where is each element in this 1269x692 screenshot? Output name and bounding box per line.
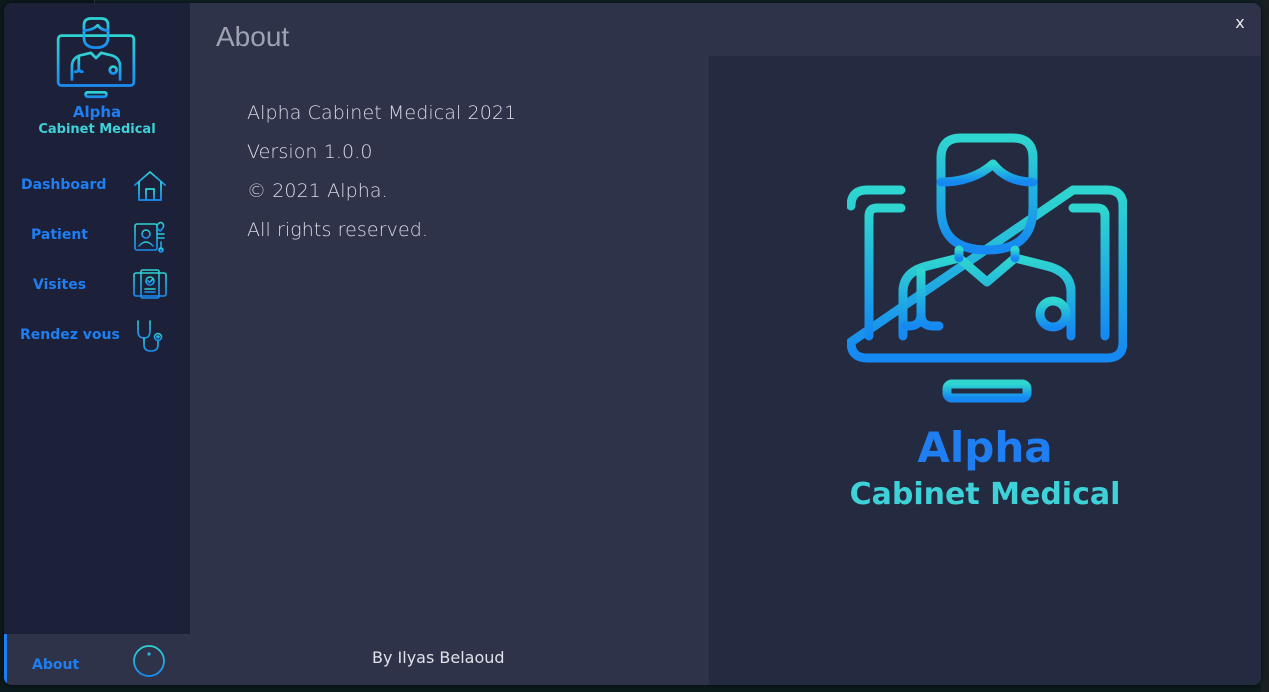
sidebar: Alpha Cabinet Medical Dashboard Patient xyxy=(4,3,190,685)
panel-brand-name: Alpha xyxy=(917,423,1053,472)
sidebar-item-rendez-vous[interactable]: Rendez vous xyxy=(4,314,190,356)
clipboard-monitor-icon xyxy=(133,269,167,302)
copyright-line: © 2021 Alpha. xyxy=(247,180,388,202)
doctor-monitor-logo-icon xyxy=(847,133,1127,403)
app-name-line: Alpha Cabinet Medical 2021 xyxy=(247,102,517,124)
brand-name: Alpha xyxy=(72,103,122,121)
sidebar-item-label: Patient xyxy=(31,227,88,243)
sidebar-item-label: Visites xyxy=(33,277,87,293)
sidebar-item-label: Rendez vous xyxy=(20,327,120,343)
stethoscope-icon xyxy=(137,320,163,352)
doctor-monitor-logo-icon xyxy=(56,17,136,99)
about-window: Alpha Cabinet Medical Dashboard Patient xyxy=(4,3,1261,685)
logo-panel: Alpha Cabinet Medical xyxy=(709,56,1261,685)
sidebar-item-label: Dashboard xyxy=(21,177,107,193)
brand-subtitle: Cabinet Medical xyxy=(38,122,156,137)
editor-bottom-strip xyxy=(0,684,1269,692)
version-line: Version 1.0.0 xyxy=(247,141,373,163)
sidebar-item-visites[interactable]: Visites xyxy=(4,264,190,306)
patient-icon xyxy=(134,221,165,253)
info-icon xyxy=(133,645,165,677)
rights-line: All rights reserved. xyxy=(247,219,429,241)
sidebar-item-dashboard[interactable]: Dashboard xyxy=(4,164,190,206)
author-byline: By Ilyas Belaoud xyxy=(372,648,505,667)
editor-scrollbar xyxy=(1261,0,1269,692)
sidebar-item-label: About xyxy=(32,657,80,673)
sidebar-item-about[interactable]: About xyxy=(4,634,190,685)
active-indicator xyxy=(4,634,7,685)
home-icon xyxy=(134,171,166,201)
close-button[interactable]: x xyxy=(1230,13,1250,33)
panel-brand-subtitle: Cabinet Medical xyxy=(849,477,1121,512)
page-title: About xyxy=(216,21,290,52)
sidebar-item-patient[interactable]: Patient xyxy=(4,214,190,256)
